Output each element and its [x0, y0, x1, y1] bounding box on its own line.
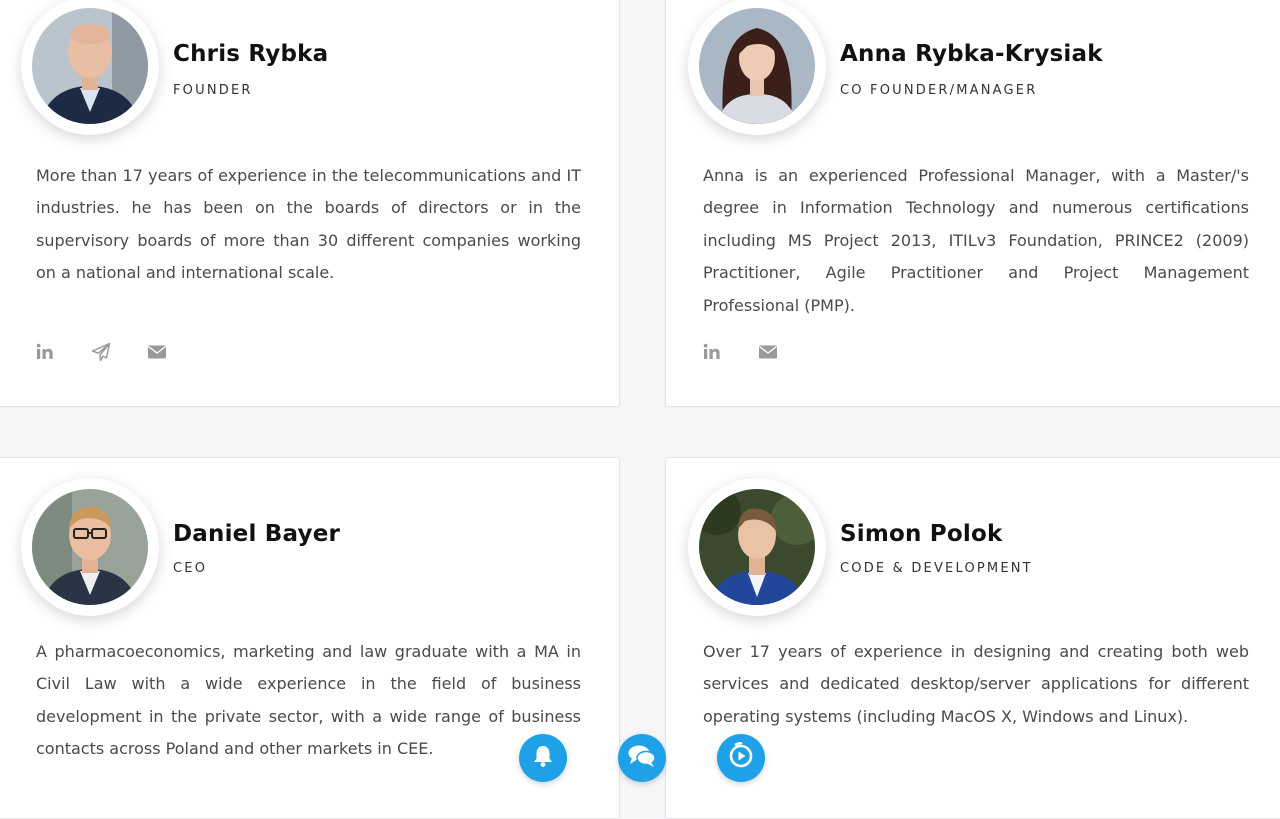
member-name: Simon Polok: [840, 521, 1003, 547]
social-links: [702, 342, 778, 362]
linkedin-icon[interactable]: [35, 342, 55, 362]
member-role: CEO: [173, 561, 208, 576]
member-bio: Over 17 years of experience in designing…: [703, 642, 1249, 726]
member-bio: A pharmacoeconomics, marketing and law g…: [36, 642, 581, 759]
member-role: CO FOUNDER/MANAGER: [840, 83, 1038, 98]
video-button[interactable]: [717, 734, 765, 782]
social-links: [35, 342, 167, 362]
member-bio: Anna is an experienced Professional Mana…: [703, 166, 1249, 315]
team-card: Anna Rybka-Krysiak CO FOUNDER/MANAGER An…: [665, 0, 1280, 407]
avatar-frame: [688, 0, 826, 135]
chat-bubbles-icon: [627, 742, 657, 775]
avatar: [32, 489, 148, 605]
avatar-frame: [688, 478, 826, 616]
member-role: FOUNDER: [173, 83, 253, 98]
paper-plane-icon[interactable]: [91, 342, 111, 362]
member-role: CODE & DEVELOPMENT: [840, 561, 1033, 576]
member-name: Daniel Bayer: [173, 521, 341, 547]
notification-button[interactable]: [519, 734, 567, 782]
play-circle-icon: [726, 741, 756, 776]
linkedin-icon[interactable]: [702, 342, 722, 362]
avatar: [699, 8, 815, 124]
team-card: Chris Rybka FOUNDER More than 17 years o…: [0, 0, 620, 407]
chat-button[interactable]: [618, 734, 666, 782]
avatar: [32, 8, 148, 124]
member-name: Chris Rybka: [173, 41, 329, 67]
member-bio: More than 17 years of experience in the …: [36, 166, 581, 283]
avatar-frame: [21, 478, 159, 616]
avatar-frame: [21, 0, 159, 135]
envelope-icon[interactable]: [758, 342, 778, 362]
bell-icon: [530, 743, 556, 774]
avatar: [699, 489, 815, 605]
envelope-icon[interactable]: [147, 342, 167, 362]
member-name: Anna Rybka-Krysiak: [840, 41, 1103, 67]
